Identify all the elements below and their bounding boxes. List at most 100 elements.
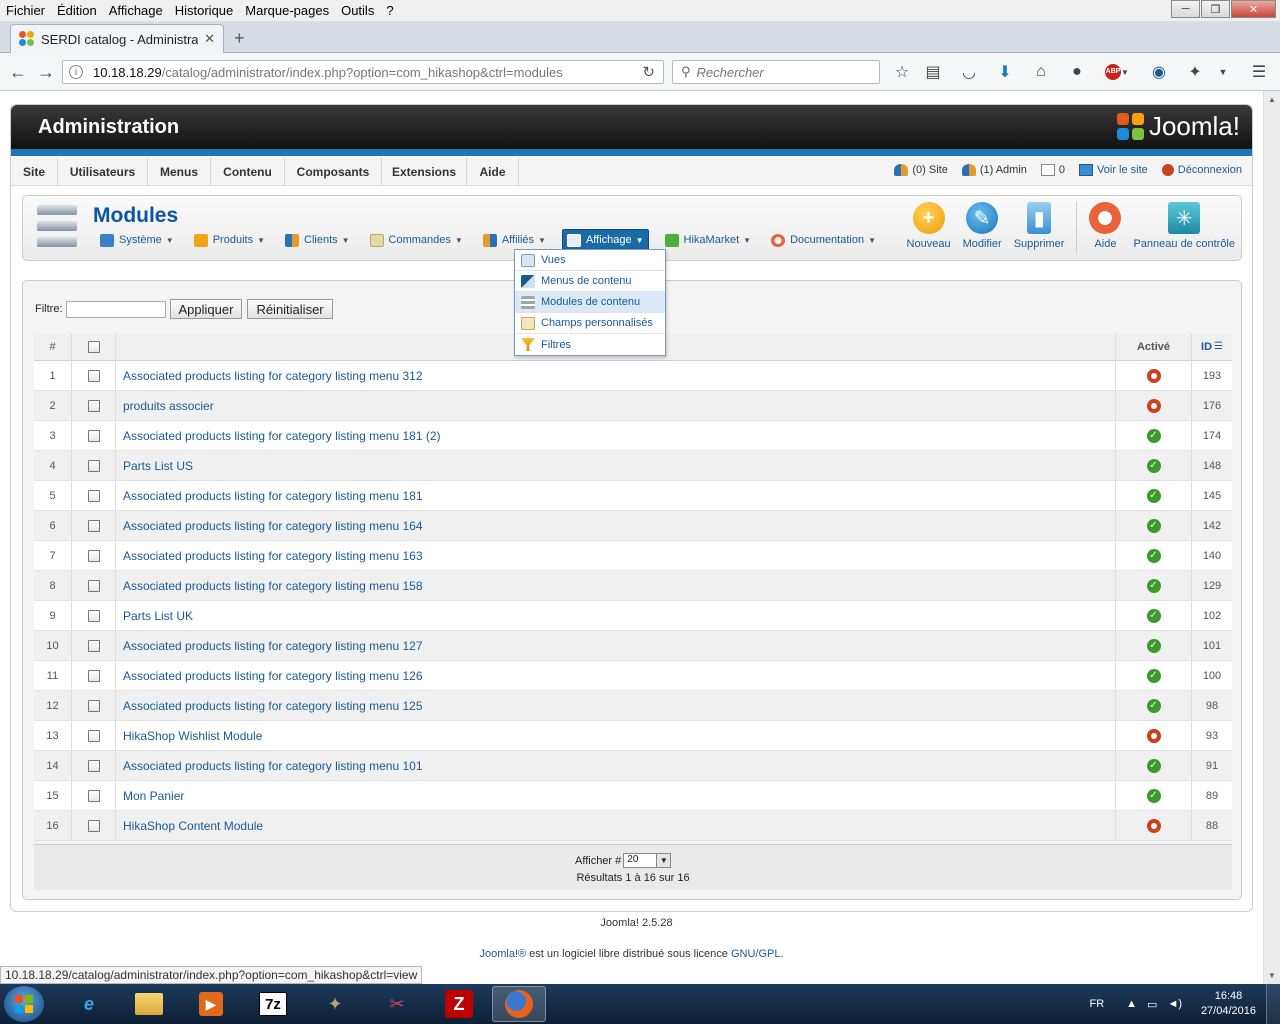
url-bar[interactable]: i 10.18.18.29/catalog/administrator/inde… <box>62 60 664 84</box>
module-name-link[interactable]: Associated products listing for category… <box>116 571 1116 600</box>
row-checkbox[interactable] <box>87 789 100 802</box>
gimp-icon[interactable]: ✦ <box>308 986 362 1022</box>
row-checkbox[interactable] <box>87 369 100 382</box>
chat-icon[interactable]: ● <box>1066 62 1088 82</box>
filezilla-icon[interactable]: Z <box>432 986 486 1022</box>
language-indicator[interactable]: FR <box>1089 998 1104 1010</box>
filter-input[interactable] <box>65 300 166 318</box>
view-site-link[interactable]: Voir le site <box>1079 164 1148 176</box>
row-checkbox[interactable] <box>87 669 100 682</box>
delete-button[interactable]: ▮ Supprimer <box>1014 202 1064 254</box>
show-desktop-button[interactable] <box>1266 984 1280 1024</box>
joomla-link[interactable]: Joomla!® <box>479 948 526 960</box>
row-checkbox[interactable] <box>87 639 100 652</box>
start-button[interactable] <box>4 986 44 1022</box>
reload-icon[interactable]: ↻ <box>642 63 655 81</box>
unpublished-icon[interactable] <box>1146 398 1161 413</box>
new-button[interactable]: + Nouveau <box>907 202 951 254</box>
row-checkbox[interactable] <box>87 579 100 592</box>
7zip-icon[interactable]: 7z <box>246 986 300 1022</box>
firefox-icon[interactable] <box>492 986 546 1022</box>
row-checkbox[interactable] <box>87 429 100 442</box>
row-checkbox[interactable] <box>87 399 100 412</box>
apply-button[interactable]: Appliquer <box>169 299 243 319</box>
addon-icon[interactable]: ✦ <box>1184 62 1206 82</box>
header-active[interactable]: Activé <box>1116 333 1192 360</box>
published-icon[interactable]: ✓ <box>1146 668 1161 683</box>
internet-explorer-icon[interactable]: e <box>62 986 116 1022</box>
menu-fichier[interactable]: Fichier <box>0 3 51 18</box>
volume-icon[interactable]: ◄) <box>1167 998 1182 1010</box>
published-icon[interactable]: ✓ <box>1146 548 1161 563</box>
menu-historique[interactable]: Historique <box>169 3 240 18</box>
menu-menus[interactable]: Menus <box>148 158 211 186</box>
edit-button[interactable]: ✎ Modifier <box>963 202 1002 254</box>
dropdown-item-champs[interactable]: Champs personnalisés <box>515 313 665 334</box>
row-checkbox[interactable] <box>87 729 100 742</box>
header-id[interactable]: ID ☰ <box>1192 333 1232 360</box>
published-icon[interactable]: ✓ <box>1146 518 1161 533</box>
module-name-link[interactable]: Associated products listing for category… <box>116 751 1116 780</box>
dropdown-item-menus-contenu[interactable]: Menus de contenu <box>515 271 665 292</box>
published-icon[interactable]: ✓ <box>1146 608 1161 623</box>
module-name-link[interactable]: Associated products listing for category… <box>116 421 1116 450</box>
submenu-produits[interactable]: Produits ▼ <box>190 229 269 251</box>
clock[interactable]: 16:48 27/04/2016 <box>1201 989 1256 1019</box>
hamburger-menu-icon[interactable]: ☰ <box>1248 62 1270 82</box>
site-info-icon[interactable]: i <box>69 65 83 79</box>
module-name-link[interactable]: Associated products listing for category… <box>116 691 1116 720</box>
scroll-down-icon[interactable]: ▼ <box>1266 971 1278 980</box>
reading-list-icon[interactable]: ▤ <box>922 62 944 82</box>
new-tab-icon[interactable]: + <box>234 28 245 49</box>
submenu-documentation[interactable]: Documentation ▼ <box>767 229 880 251</box>
forward-icon[interactable]: → <box>34 61 58 83</box>
submenu-affichage[interactable]: Affichage ▼ <box>561 229 649 251</box>
menu-aide[interactable]: Aide <box>467 158 519 186</box>
vertical-scrollbar[interactable]: ▲ ▼ <box>1263 91 1280 984</box>
pocket-icon[interactable]: ◡ <box>958 62 980 82</box>
module-name-link[interactable]: Parts List US <box>116 451 1116 480</box>
menu-outils[interactable]: Outils <box>335 3 380 18</box>
module-name-link[interactable]: Associated products listing for category… <box>116 631 1116 660</box>
addon-dropdown-icon[interactable]: ▼ <box>1212 62 1234 82</box>
module-name-link[interactable]: Associated products listing for category… <box>116 481 1116 510</box>
row-checkbox[interactable] <box>87 519 100 532</box>
module-name-link[interactable]: Mon Panier <box>116 781 1116 810</box>
menu-contenu[interactable]: Contenu <box>211 158 285 186</box>
back-icon[interactable]: ← <box>6 61 30 83</box>
unpublished-icon[interactable] <box>1146 368 1161 383</box>
row-checkbox[interactable] <box>87 759 100 772</box>
menu-composants[interactable]: Composants <box>285 158 382 186</box>
reset-button[interactable]: Réinitialiser <box>247 299 333 319</box>
module-name-link[interactable]: HikaShop Content Module <box>116 811 1116 840</box>
home-icon[interactable]: ⌂ <box>1030 62 1052 82</box>
snipping-tool-icon[interactable]: ✂ <box>370 986 424 1022</box>
messages-status[interactable]: 0 <box>1040 164 1065 176</box>
menu-edition[interactable]: Édition <box>51 3 103 18</box>
published-icon[interactable]: ✓ <box>1146 788 1161 803</box>
row-checkbox[interactable] <box>87 489 100 502</box>
menu-utilisateurs[interactable]: Utilisateurs <box>58 158 148 186</box>
module-name-link[interactable]: Associated products listing for category… <box>116 361 1116 390</box>
minimize-icon[interactable]: ─ <box>1171 0 1200 18</box>
bookmark-star-icon[interactable]: ☆ <box>891 62 913 82</box>
published-icon[interactable]: ✓ <box>1146 698 1161 713</box>
network-icon[interactable]: ▭ <box>1147 998 1157 1011</box>
search-bar[interactable]: ⚲ Rechercher <box>672 60 880 84</box>
menu-help[interactable]: ? <box>380 3 399 18</box>
module-name-link[interactable]: Associated products listing for category… <box>116 541 1116 570</box>
display-select[interactable]: 20 ▼ <box>623 853 672 868</box>
scroll-up-icon[interactable]: ▲ <box>1266 95 1278 104</box>
row-checkbox[interactable] <box>87 549 100 562</box>
download-icon[interactable]: ⬇ <box>994 62 1016 82</box>
published-icon[interactable]: ✓ <box>1146 458 1161 473</box>
unpublished-icon[interactable] <box>1146 728 1161 743</box>
globe-icon[interactable]: ◉ <box>1148 62 1170 82</box>
menu-extensions[interactable]: Extensions <box>382 158 467 186</box>
row-checkbox[interactable] <box>87 459 100 472</box>
logout-link[interactable]: Déconnexion <box>1161 164 1242 176</box>
published-icon[interactable]: ✓ <box>1146 578 1161 593</box>
file-explorer-icon[interactable] <box>122 986 176 1022</box>
restore-icon[interactable]: ❐ <box>1201 0 1230 18</box>
browser-tab[interactable]: SERDI catalog - Administra... ✕ <box>10 24 224 53</box>
